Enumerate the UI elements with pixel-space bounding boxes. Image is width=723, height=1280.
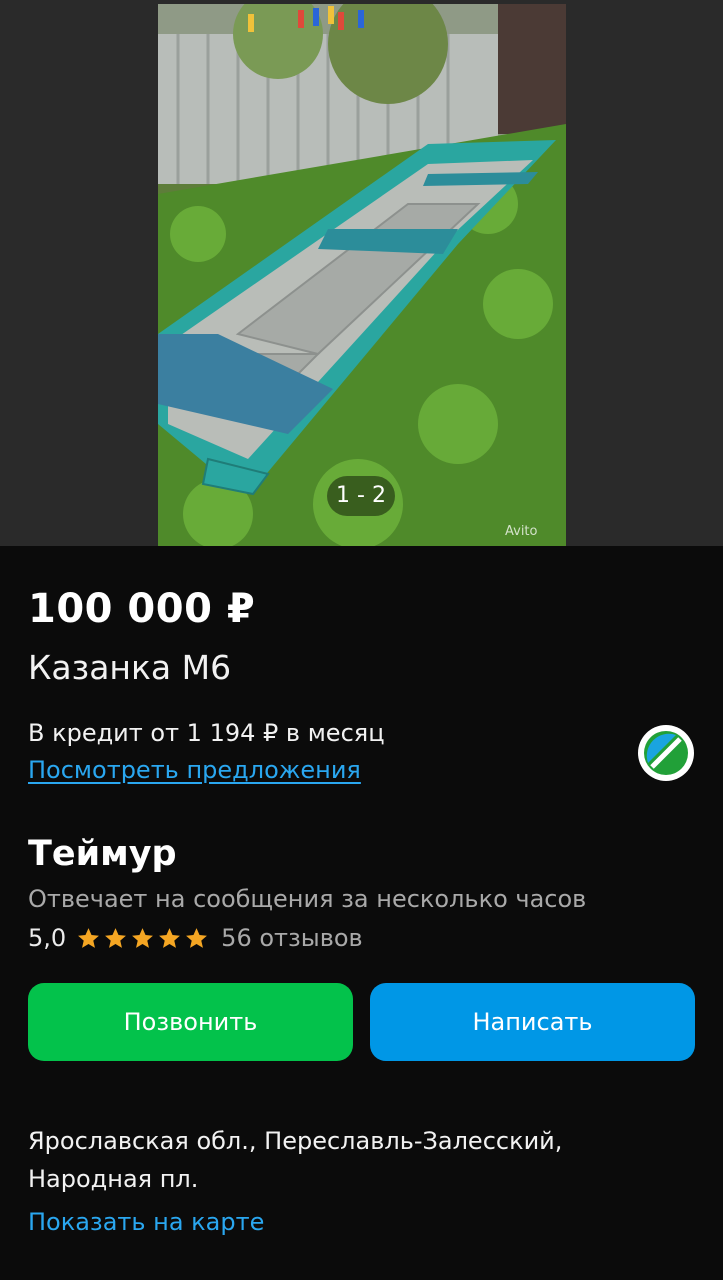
call-button[interactable]: Позвонить (28, 983, 353, 1061)
star-icon (105, 927, 127, 948)
seller-response-time: Отвечает на сообщения за несколько часов (28, 885, 587, 913)
sber-logo-icon[interactable] (638, 725, 694, 781)
star-icon (132, 927, 154, 948)
listing-price: 100 000 ₽ (28, 586, 256, 632)
listing-address: Ярославская обл., Переславль-Залесский, … (28, 1122, 688, 1198)
write-button[interactable]: Написать (370, 983, 695, 1061)
seller-name[interactable]: Теймур (28, 834, 177, 874)
star-icon (78, 927, 100, 948)
show-on-map-link[interactable]: Показать на карте (28, 1208, 264, 1236)
listing-photo[interactable] (158, 4, 566, 546)
star-icon (186, 927, 208, 948)
view-offers-link[interactable]: Посмотреть предложения (28, 756, 361, 784)
credit-offer-text: В кредит от 1 194 ₽ в месяц (28, 719, 385, 747)
rating-value: 5,0 (28, 924, 67, 952)
address-line-2: Народная пл. (28, 1165, 199, 1193)
photo-counter: 1 - 2 (327, 476, 395, 516)
seller-rating: 5,0 56 отзывов (28, 922, 363, 954)
rating-stars (76, 926, 209, 951)
photo-gallery[interactable]: 1 - 2 Avito (0, 0, 723, 546)
star-icon (159, 927, 181, 948)
listing-screen: 1 - 2 Avito 100 000 ₽ Казанка М6 В креди… (0, 0, 723, 1280)
reviews-link[interactable]: 56 отзывов (221, 924, 363, 952)
avito-watermark: Avito (505, 524, 538, 539)
listing-title: Казанка М6 (28, 648, 232, 687)
address-line-1: Ярославская обл., Переславль-Залесский, (28, 1127, 563, 1155)
